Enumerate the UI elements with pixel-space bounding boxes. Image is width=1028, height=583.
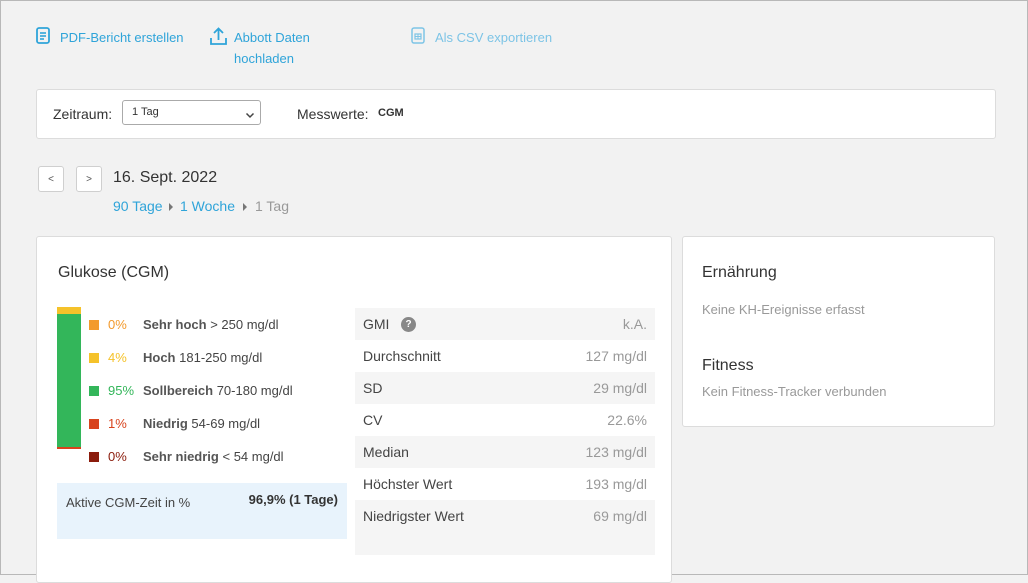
bar-segment-high [57,307,81,314]
range-percent: 0% [108,317,127,332]
color-swatch [89,452,99,462]
nutrition-title: Ernährung [702,264,777,281]
range-values: < 54 mg/dl [222,449,284,464]
stat-row-average: Durchschnitt 127 mg/dl [355,340,655,372]
stat-value: 193 mg/dl [585,476,647,492]
measurements-value: CGM [378,107,404,119]
sidebar-card: Ernährung Keine KH-Ereignisse erfasst Fi… [682,236,995,427]
current-date: 16. Sept. 2022 [113,169,218,186]
active-cgm-time-label: Aktive CGM-Zeit in % [66,495,191,510]
stat-label: Durchschnitt [363,348,441,364]
range-name: Niedrig [143,416,188,431]
stat-label: Höchster Wert [363,476,453,492]
breadcrumb-90-days[interactable]: 90 Tage [113,198,163,214]
breadcrumb-1-day: 1 Tag [255,198,289,214]
breadcrumb-1-week[interactable]: 1 Woche [180,198,235,214]
measurements-label: Messwerte: [297,106,369,122]
stat-value: k.A. [622,316,647,332]
period-select[interactable]: 1 Tag [122,100,261,125]
upload-label-line1: Abbott Daten [234,30,310,45]
upload-label-line2: hochladen [234,51,294,66]
breadcrumb-separator-icon [169,203,173,211]
stat-value: 127 mg/dl [585,348,647,364]
filter-bar: Zeitraum: 1 Tag Messwerte: CGM [36,89,996,139]
range-percent: 1% [108,416,127,431]
range-name: Sollbereich [143,383,214,398]
color-swatch [89,353,99,363]
nutrition-text: Keine KH-Ereignisse erfasst [702,302,865,317]
color-swatch [89,419,99,429]
range-percent: 4% [108,350,127,365]
document-icon [36,27,50,50]
prev-date-button[interactable]: < [38,166,64,192]
range-percent: 95% [108,383,135,398]
range-values: > 250 mg/dl [210,317,279,332]
csv-export-label: Als CSV exportieren [435,30,553,45]
color-swatch [89,386,99,396]
stat-value: 29 mg/dl [593,380,647,396]
active-cgm-time-value: 96,9% (1 Tage) [248,492,338,507]
range-name: Sehr niedrig [143,449,219,464]
fitness-text: Kein Fitness-Tracker verbunden [702,384,887,399]
csv-file-icon [411,27,425,50]
fitness-title: Fitness [702,357,754,374]
stat-value: 22.6% [607,412,647,428]
pdf-report-label: PDF-Bericht erstellen [60,30,184,45]
bar-segment-low [57,447,81,449]
stat-row-highest: Höchster Wert 193 mg/dl [355,468,655,500]
active-cgm-time-box: Aktive CGM-Zeit in % 96,9% (1 Tage) [57,483,347,539]
range-name: Sehr hoch [143,317,207,332]
stat-row-median: Median 123 mg/dl [355,436,655,468]
range-values: 54-69 mg/dl [191,416,261,431]
stat-label: SD [363,380,383,396]
range-percent: 0% [108,449,127,464]
stat-row-lowest: Niedrigster Wert 69 mg/dl [355,500,655,555]
range-name: Hoch [143,350,176,365]
stat-value: 69 mg/dl [593,508,647,524]
upload-icon [210,27,227,51]
glucose-title: Glukose (CGM) [58,264,170,281]
stat-label: Median [363,444,409,460]
stat-row-cv: CV 22.6% [355,404,655,436]
stat-row-gmi: GMI ? k.A. [355,308,655,340]
chevron-down-icon [245,107,255,125]
stat-label: CV [363,412,383,428]
stat-label: Niedrigster Wert [363,508,464,524]
stat-label: GMI [363,316,390,332]
period-label: Zeitraum: [53,106,113,122]
breadcrumb-separator-icon [243,203,247,211]
period-select-value: 1 Tag [132,106,159,118]
help-icon[interactable]: ? [401,317,416,332]
color-swatch [89,320,99,330]
stat-row-sd: SD 29 mg/dl [355,372,655,404]
next-date-button[interactable]: > [76,166,102,192]
time-in-range-bar [57,307,81,449]
range-values: 181-250 mg/dl [179,350,263,365]
range-values: 70-180 mg/dl [216,383,293,398]
stat-value: 123 mg/dl [585,444,647,460]
